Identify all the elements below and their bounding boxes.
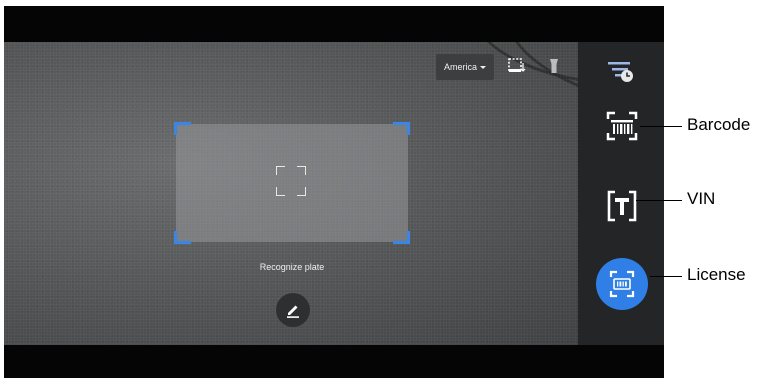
frame-corner bbox=[174, 231, 191, 244]
license-callout: License bbox=[687, 265, 746, 284]
chevron-down-icon bbox=[480, 65, 486, 69]
region-dropdown[interactable]: America bbox=[436, 54, 494, 80]
vin-callout: VIN bbox=[687, 189, 716, 208]
barcode-scan-icon bbox=[606, 111, 638, 141]
frame-corner bbox=[174, 122, 191, 135]
vin-callout-line bbox=[636, 200, 682, 201]
barcode-mode-button[interactable] bbox=[602, 106, 642, 146]
vin-mode-button[interactable] bbox=[602, 186, 642, 226]
history-list-icon bbox=[608, 62, 633, 82]
region-dropdown-label: America bbox=[443, 62, 477, 72]
pencil-edit-icon bbox=[287, 305, 299, 318]
crop-frame-button[interactable] bbox=[504, 54, 528, 78]
barcode-callout-line bbox=[640, 126, 682, 127]
license-mode-button[interactable] bbox=[596, 258, 648, 310]
flashlight-icon bbox=[550, 59, 558, 73]
frame-corner bbox=[393, 122, 410, 135]
license-plate-scan-icon bbox=[609, 270, 635, 298]
frame-corner bbox=[393, 231, 410, 244]
license-callout-line bbox=[650, 276, 682, 277]
barcode-callout: Barcode bbox=[687, 115, 751, 134]
history-button[interactable] bbox=[604, 56, 638, 86]
recognize-hint: Recognize plate bbox=[259, 262, 325, 272]
flashlight-button[interactable] bbox=[542, 54, 566, 78]
text-scan-icon bbox=[607, 190, 637, 222]
crop-frame-icon bbox=[508, 58, 526, 72]
device-screen: America Recognize plate bbox=[4, 6, 664, 378]
focus-reticle bbox=[276, 166, 306, 196]
plate-scan-frame bbox=[174, 122, 410, 244]
manual-entry-button[interactable] bbox=[276, 293, 310, 327]
